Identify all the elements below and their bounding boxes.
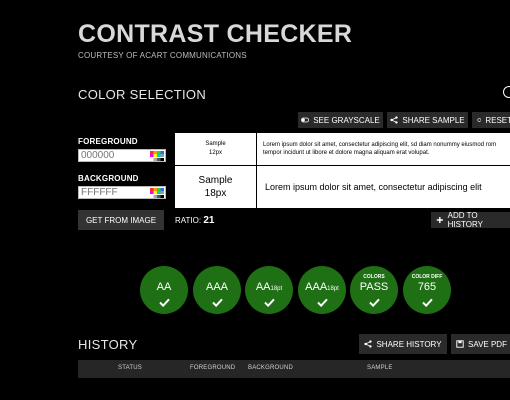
badge-top-label: COLOR DIFF [411,273,443,280]
badge-main-label: 765 [417,280,437,293]
badge-main-label: PASS [359,280,389,293]
help-icon[interactable] [503,86,510,98]
see-grayscale-button[interactable]: SEE GRAYSCALE [298,112,383,128]
color-picker-icon[interactable] [150,151,164,161]
share-sample-label: SHARE SAMPLE [402,115,465,125]
column-background: BACKGROUND [248,365,294,371]
foreground-input[interactable] [81,150,149,161]
sample-18px-label-line1: Sample [198,175,233,186]
sample-12px-label-line1: Sample [205,141,226,147]
reset-button[interactable]: RESET [472,112,510,128]
badge-main-label: AA18pt [255,280,283,293]
see-grayscale-label: SEE GRAYSCALE [313,115,380,125]
color-selection-heading: COLOR SELECTION [78,87,207,102]
badge-colors-pass: COLORS PASS [350,266,398,314]
share-sample-button[interactable]: SHARE SAMPLE [387,112,468,128]
sample-12px-label: Sample 12px [175,133,257,166]
badge-top-label: COLORS [363,273,385,280]
get-from-image-button[interactable]: GET FROM IMAGE [78,210,164,230]
save-pdf-label: SAVE PDF [468,339,507,349]
share-icon [364,340,373,348]
sample-12px-text: Lorem ipsum dolor sit amet, consectetur … [257,133,510,166]
ratio-value: 21 [203,215,215,226]
share-history-label: SHARE HISTORY [376,339,442,349]
badge-main-label: AAA [205,280,228,293]
add-to-history-button[interactable]: ADD TO HISTORY [431,211,510,229]
add-to-history-label: ADD TO HISTORY [447,211,483,229]
background-input[interactable] [81,187,149,198]
share-icon [390,116,398,124]
checkmark-icon [316,298,328,307]
plus-icon [436,216,443,224]
badge-aa-18pt: AA18pt [245,266,293,314]
page-subtitle: COURTESY OF ACART COMMUNICATIONS [78,51,247,60]
ratio-label: RATIO: [175,216,202,225]
color-picker-icon[interactable] [150,188,164,198]
checkmark-icon [368,298,380,307]
foreground-label: FOREGROUND [78,137,138,146]
badge-color-diff: COLOR DIFF 765 [403,266,451,314]
sample-18px-label: Sample 18px [175,166,257,208]
checkmark-icon [421,298,433,307]
sample-18px-text: Lorem ipsum dolor sit amet, consectetur … [265,182,482,192]
contrast-ratio: RATIO: 21 [175,215,214,226]
checkmark-icon [263,298,275,307]
badge-aaa-18pt: AAA18pt [298,266,346,314]
badge-main-label: AAA18pt [305,280,339,293]
sample-18px-label-line2: 18px [204,188,227,199]
checkmark-icon [211,298,223,307]
refresh-icon [477,118,481,122]
contrast-toggle-icon [301,117,310,123]
column-foreground: FOREGROUND [190,365,236,371]
background-label: BACKGROUND [78,174,139,183]
save-icon [456,340,464,348]
badge-main-label: AA [156,280,172,293]
badge-aaa: AAA [193,266,241,314]
background-field[interactable] [78,186,166,199]
reset-label: RESET [485,115,510,125]
badge-aa: AA [140,266,188,314]
column-status: STATUS [118,365,142,371]
save-pdf-button[interactable]: SAVE PDF [451,334,510,354]
foreground-field[interactable] [78,149,166,162]
sample-preview: Sample 12px Lorem ipsum dolor sit amet, … [175,133,510,208]
checkmark-icon [158,298,170,307]
column-sample: SAMPLE [367,365,393,371]
history-heading: HISTORY [78,337,138,352]
sample-12px-label-line2: 12px [208,150,222,156]
history-table-header: STATUS FOREGROUND BACKGROUND SAMPLE [78,360,510,378]
page-title: CONTRAST CHECKER [78,20,353,48]
share-history-button[interactable]: SHARE HISTORY [359,334,447,354]
